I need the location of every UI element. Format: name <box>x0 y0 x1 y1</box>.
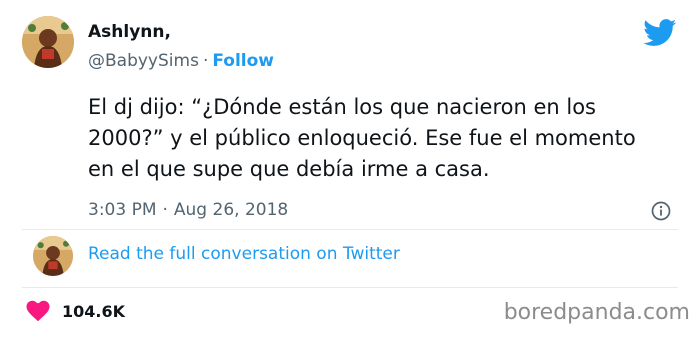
author-name[interactable]: Ashlynn, <box>88 22 171 42</box>
divider <box>22 287 678 288</box>
tweet-time: 3:03 PM <box>88 200 157 220</box>
tweet-text: El dj dijo: “¿Dónde están los que nacier… <box>88 95 636 181</box>
tweet-card: Ashlynn, @BabyySims · Follow El dj dijo: “… <box>0 0 700 339</box>
tweet-timestamp[interactable]: 3:03 PM · Aug 26, 2018 <box>88 200 288 220</box>
handle-separator: · <box>202 51 209 71</box>
avatar-illustration-icon <box>22 16 74 68</box>
heart-icon[interactable] <box>26 300 50 322</box>
avatar-illustration-icon <box>33 236 73 276</box>
like-count: 104.6K <box>62 302 126 321</box>
read-conversation-link[interactable]: Read the full conversation on Twitter <box>88 244 400 264</box>
info-icon[interactable] <box>651 201 671 221</box>
watermark-text: boredpanda.com <box>503 300 690 325</box>
tweet-date: Aug 26, 2018 <box>173 200 289 220</box>
author-avatar[interactable] <box>22 16 74 68</box>
divider <box>22 229 678 230</box>
author-handle[interactable]: @BabyySims <box>88 51 199 71</box>
author-handle-row: @BabyySims · Follow <box>88 51 274 71</box>
twitter-bird-icon[interactable] <box>643 19 677 47</box>
conversation-avatar[interactable] <box>33 236 73 276</box>
follow-button[interactable]: Follow <box>212 51 274 71</box>
timestamp-separator: · <box>162 200 168 220</box>
